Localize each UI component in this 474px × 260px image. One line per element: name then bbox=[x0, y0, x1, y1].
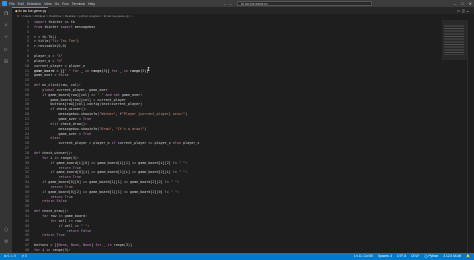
menu-help[interactable]: Help bbox=[88, 2, 95, 6]
editor-tab-bar: ◆tic tac toe game.py ▷◫… bbox=[12, 7, 474, 14]
cursor-position[interactable]: Ln 11, Col 50 bbox=[354, 253, 373, 260]
explorer-icon[interactable]: ❐ bbox=[3, 11, 9, 17]
minimap[interactable] bbox=[442, 20, 467, 253]
language-mode[interactable]: { } Python bbox=[424, 253, 438, 260]
menu-edit[interactable]: Edit bbox=[18, 2, 24, 6]
breadcrumb[interactable]: C: > Users > Abhijeet > OneDrive > Deskt… bbox=[12, 14, 474, 19]
encoding[interactable]: UTF-8 bbox=[397, 253, 406, 260]
menu-go[interactable]: Go bbox=[55, 2, 60, 6]
close-icon[interactable]: ✕ bbox=[469, 1, 472, 6]
vertical-scrollbar[interactable] bbox=[467, 20, 474, 253]
run-debug-icon[interactable]: ▷ bbox=[3, 47, 9, 53]
activity-bar: ❐ ⌕ ⑂ ▷ ⊞ ◯ ⚙ bbox=[0, 7, 12, 253]
menu-run[interactable]: Run bbox=[62, 2, 68, 6]
minimap-code-preview bbox=[444, 25, 464, 55]
python-interpreter[interactable]: 3.12.0 64-bit bbox=[443, 253, 461, 260]
python-file-icon: ◆ bbox=[15, 9, 18, 13]
editor-actions: ▷◫… bbox=[458, 7, 471, 14]
menu-selection[interactable]: Selection bbox=[27, 2, 41, 6]
indentation[interactable]: Spaces: 4 bbox=[378, 253, 392, 260]
line-ending[interactable]: CRLF bbox=[411, 253, 419, 260]
extensions-icon[interactable]: ⊞ bbox=[3, 59, 9, 65]
search-icon[interactable]: ⌕ bbox=[3, 23, 9, 29]
minimize-icon[interactable]: – bbox=[454, 1, 456, 6]
nav-arrows[interactable]: ← → bbox=[223, 1, 232, 6]
more-actions-icon[interactable]: … bbox=[467, 8, 471, 13]
window-controls: – □ ✕ bbox=[454, 0, 472, 7]
vscode-logo-icon bbox=[2, 1, 7, 6]
settings-gear-icon[interactable]: ⚙ bbox=[3, 239, 9, 245]
tab-tic-tac-toe[interactable]: ◆tic tac toe game.py bbox=[12, 7, 48, 14]
status-bar: ⊗ 0 ⚠ 0 ⚲ 0 Ln 11, Col 50 Spaces: 4 UTF-… bbox=[0, 253, 474, 260]
ports-indicator[interactable]: ⚲ 0 bbox=[22, 253, 27, 260]
menu-file[interactable]: File bbox=[9, 2, 15, 6]
account-icon[interactable]: ◯ bbox=[3, 227, 9, 233]
menu-bar: File Edit Selection View Go Run Terminal… bbox=[9, 2, 95, 6]
problems-indicator[interactable]: ⊗ 0 ⚠ 0 bbox=[4, 253, 16, 260]
notifications-bell-icon[interactable]: 🔔 bbox=[466, 253, 470, 260]
text-cursor-icon: I bbox=[147, 67, 151, 73]
source-control-icon[interactable]: ⑂ bbox=[3, 35, 9, 41]
maximize-icon[interactable]: □ bbox=[461, 1, 463, 6]
menu-terminal[interactable]: Terminal bbox=[72, 2, 85, 6]
command-center-search[interactable]: tic tac toe game.py bbox=[237, 1, 372, 6]
tab-label: tic tac toe game.py bbox=[18, 9, 47, 13]
title-bar: File Edit Selection View Go Run Terminal… bbox=[0, 0, 474, 7]
menu-view[interactable]: View bbox=[44, 2, 52, 6]
code-editor[interactable]: 1 import tkinter as tk 2 from tkinter impor… bbox=[12, 20, 442, 253]
